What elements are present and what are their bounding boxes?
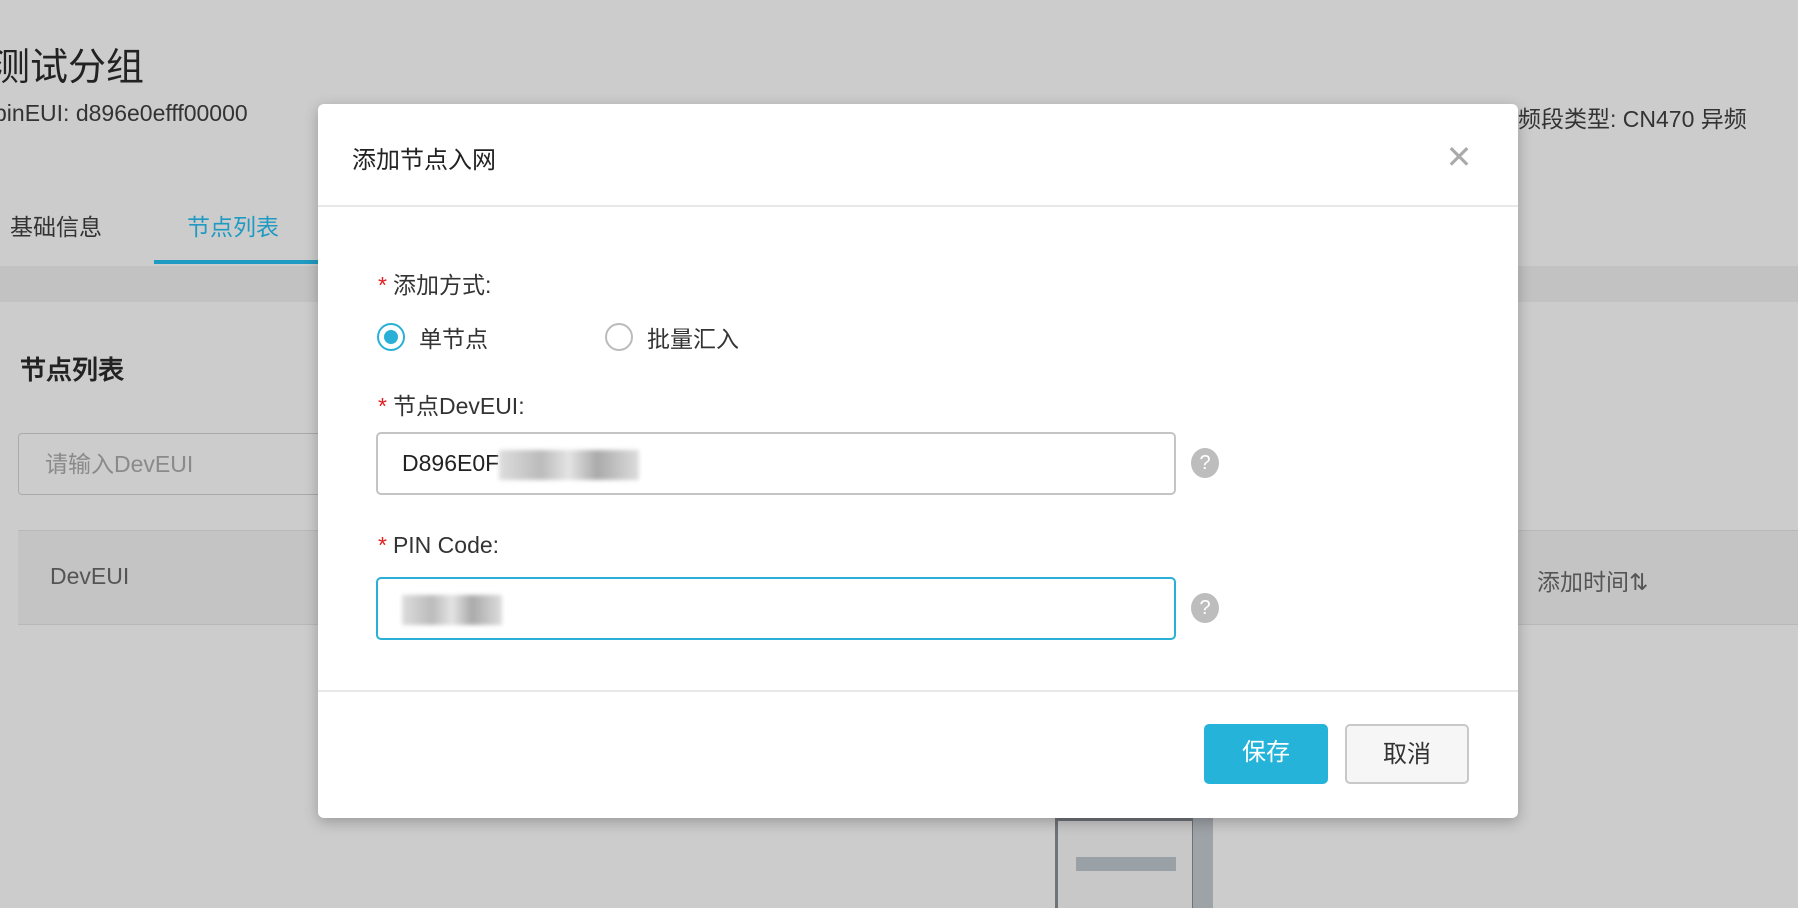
section-title: 节点列表 [20,355,125,385]
deveui-input[interactable]: D896E0F [376,432,1176,495]
pin-eui-label: pinEUI: [0,100,70,126]
redacted-value [499,449,640,480]
column-add-time[interactable]: 添加时间⇅ [1537,563,1648,597]
pin-code-label-text: PIN Code: [392,532,500,558]
radio-unselected-icon[interactable] [605,323,633,351]
redacted-value [402,594,502,625]
band-type: 频段类型: CN470 异频 [1518,106,1747,132]
sort-icon[interactable]: ⇅ [1629,569,1648,595]
help-icon[interactable]: ? [1191,448,1219,478]
close-icon[interactable]: ✕ [1444,141,1474,173]
deveui-value: D896E0F [402,450,500,476]
tab-node-list[interactable]: 节点列表 [187,208,279,242]
radio-single-node[interactable]: 单节点 [377,320,488,354]
pin-eui-value: d896e0efff00000 [75,100,248,126]
modal-title: 添加节点入网 [352,147,496,174]
required-mark: * [378,272,387,298]
required-mark: * [378,532,387,558]
add-method-text: 添加方式: [392,272,492,298]
help-icon[interactable]: ? [1191,593,1219,623]
active-tab-indicator [154,260,324,264]
header-divider [318,205,1518,207]
column-add-time-label: 添加时间 [1537,569,1629,595]
pin-code-input[interactable] [376,577,1176,640]
pin-code-label: * PIN Code: [378,532,499,559]
column-deveui[interactable]: DevEUI [50,563,129,590]
background-widget [1055,818,1195,908]
save-button[interactable]: 保存 [1204,724,1328,784]
footer-divider [318,690,1518,692]
required-mark: * [378,393,387,419]
cancel-button[interactable]: 取消 [1345,724,1469,784]
deveui-label: * 节点DevEUI: [378,387,525,421]
deveui-label-text: 节点DevEUI: [392,393,525,419]
add-method-label: * 添加方式: [378,266,491,300]
tab-basic-info[interactable]: 基础信息 [10,208,102,242]
add-node-modal: 添加节点入网 ✕ * 添加方式: 单节点 批量汇入 * 节点DevEUI: D896… [318,104,1518,818]
radio-batch-import[interactable]: 批量汇入 [605,320,739,354]
background-widget-edge [1193,818,1213,908]
pin-eui: pinEUI: d896e0efff00000 [0,100,248,127]
page-title: 测试分组 [0,47,145,89]
radio-label: 单节点 [419,326,488,352]
radio-label: 批量汇入 [647,326,739,352]
radio-selected-icon[interactable] [377,323,405,351]
deveui-search-input[interactable]: 请输入DevEUI [18,433,338,495]
